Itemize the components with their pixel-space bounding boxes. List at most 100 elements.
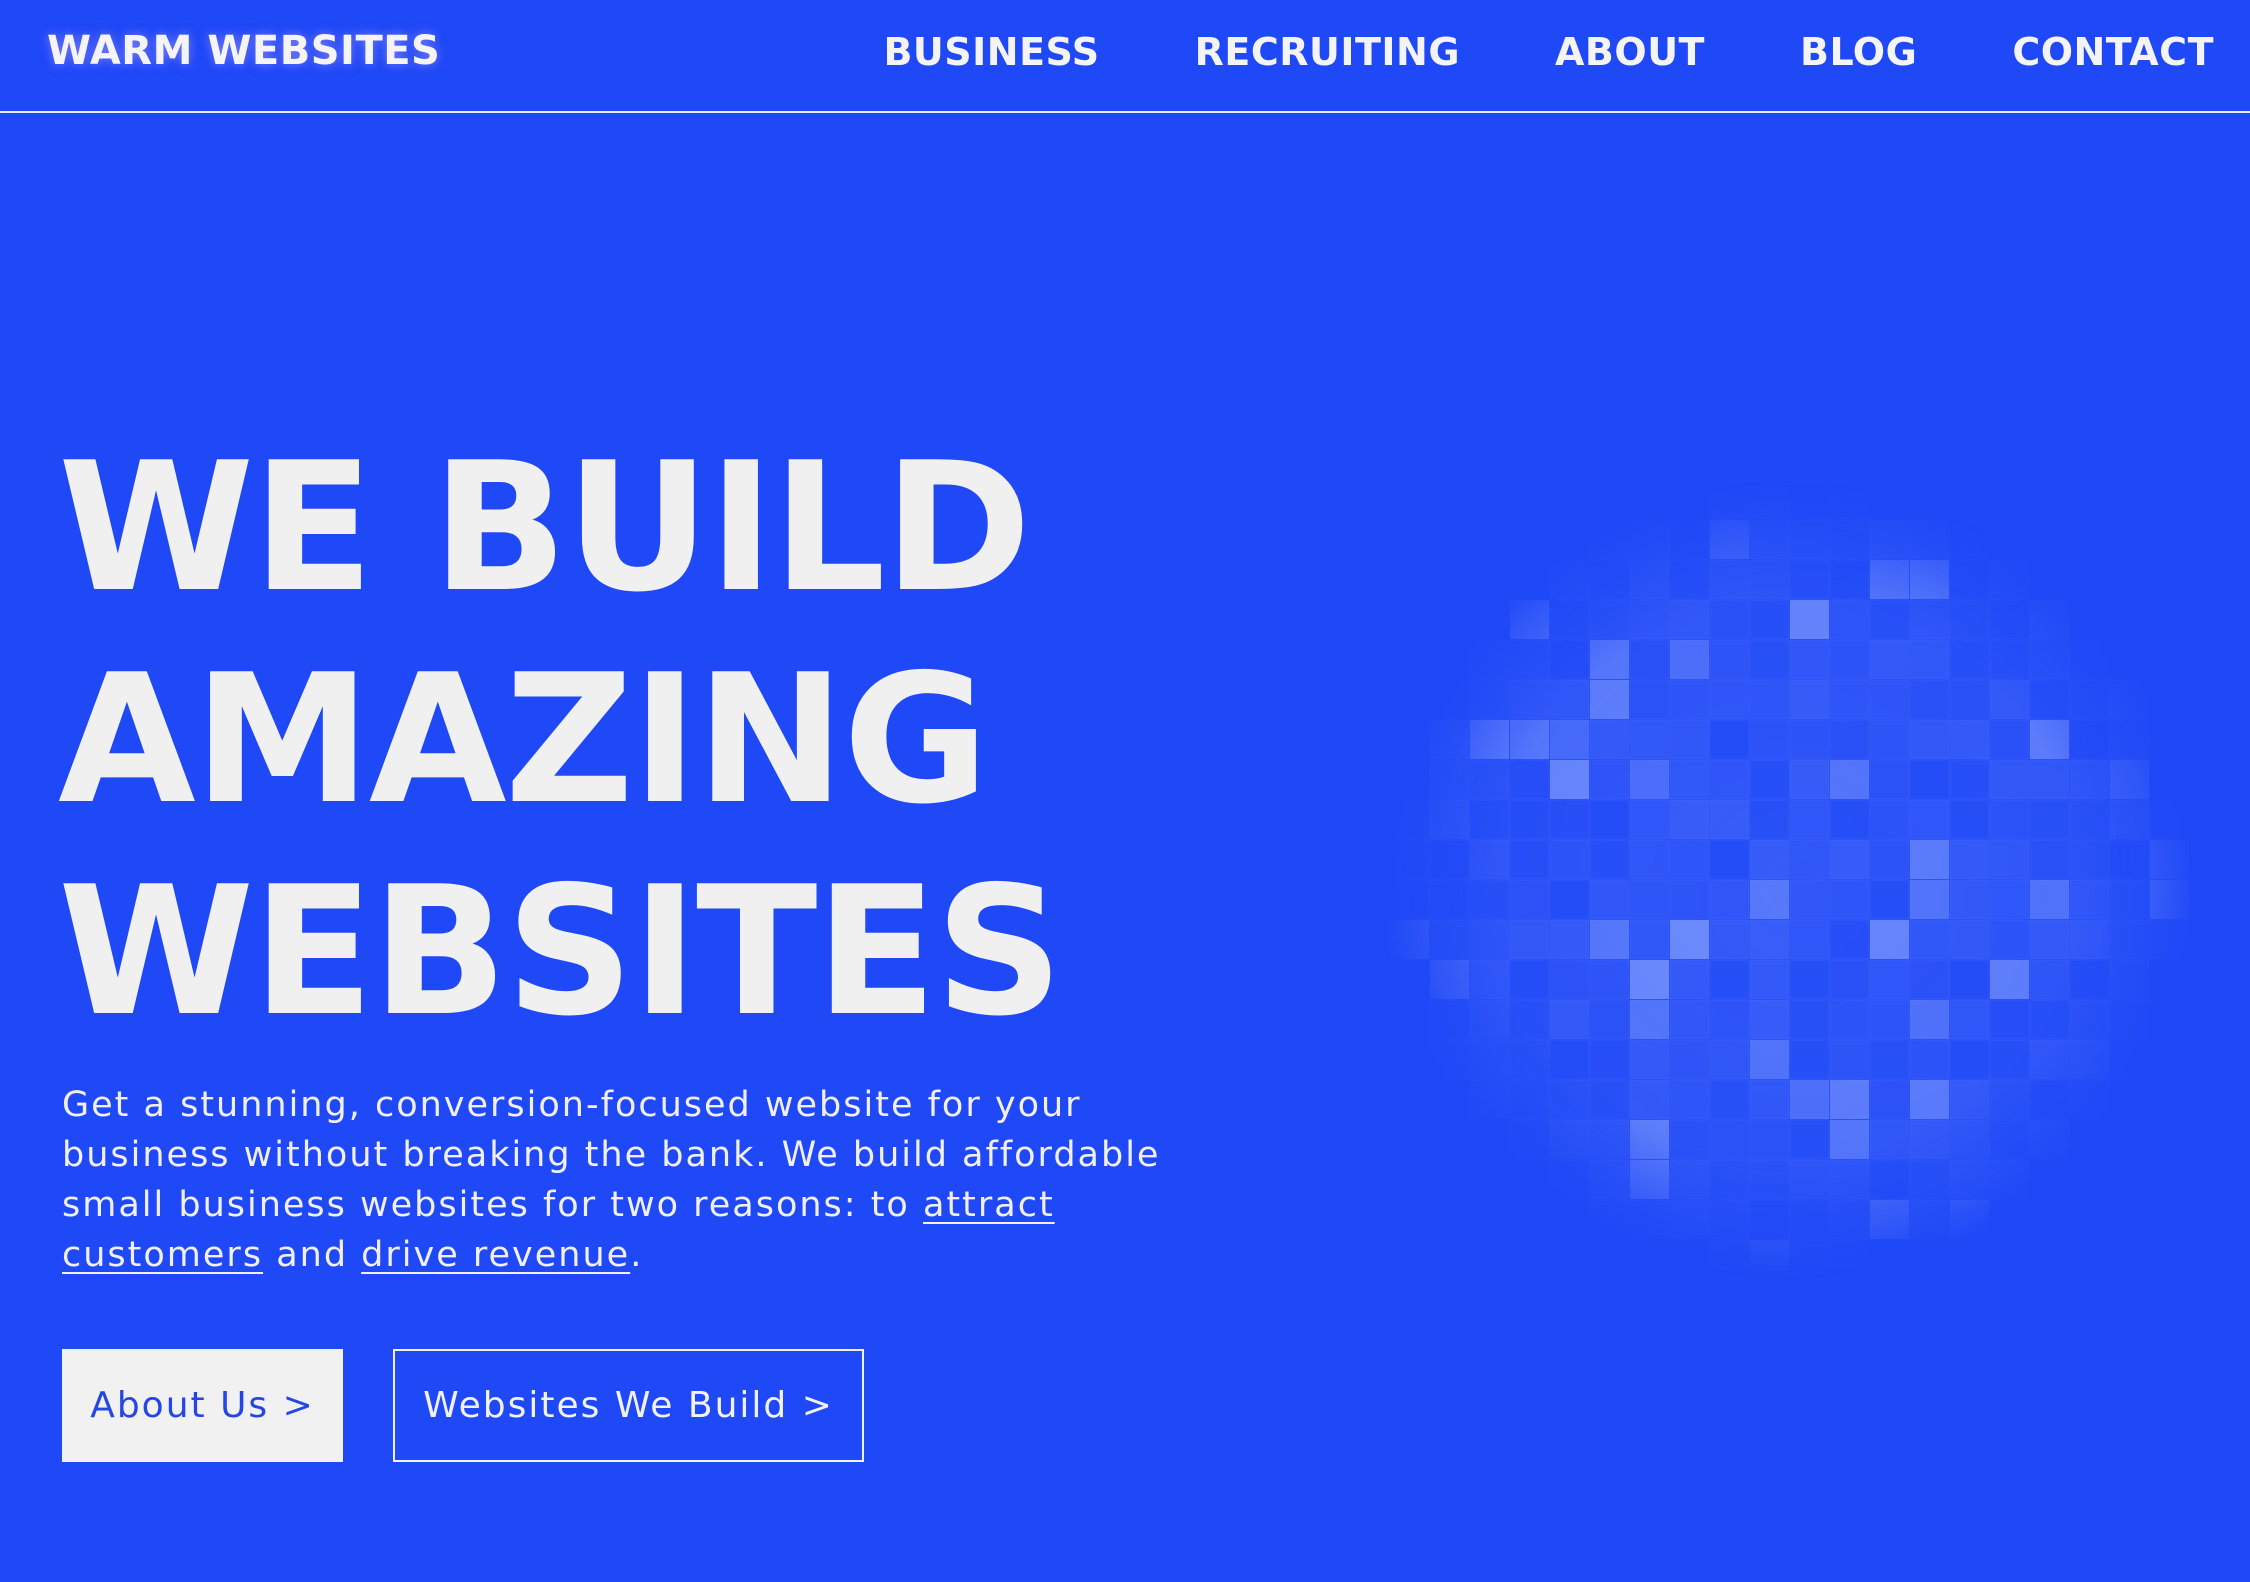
orb-pixel bbox=[2029, 959, 2070, 1000]
orb-pixel bbox=[2069, 799, 2110, 840]
orb-pixel bbox=[1989, 799, 2030, 840]
orb-pixel bbox=[2069, 1039, 2110, 1080]
orb-pixel bbox=[1829, 719, 1870, 760]
orb-pixel bbox=[2109, 919, 2150, 960]
orb-pixel bbox=[1789, 919, 1830, 960]
orb-pixel bbox=[2029, 1119, 2070, 1160]
orb-pixel bbox=[1549, 639, 1590, 680]
orb-pixel bbox=[1669, 959, 1710, 1000]
orb-pixel bbox=[1669, 519, 1710, 560]
orb-pixel bbox=[1629, 839, 1670, 880]
orb-pixel bbox=[1909, 839, 1950, 880]
orb-pixel bbox=[1629, 599, 1670, 640]
orb-pixel bbox=[1589, 1159, 1630, 1200]
orb-pixel bbox=[1469, 799, 1510, 840]
orb-pixel bbox=[2029, 839, 2070, 880]
nav-blog[interactable]: BLOG bbox=[1800, 30, 1917, 74]
orb-pixel bbox=[1429, 999, 1470, 1040]
headline-line-3: WEBSITES bbox=[58, 848, 1063, 1055]
orb-pixel bbox=[1829, 1159, 1870, 1200]
orb-pixel bbox=[1629, 1119, 1670, 1160]
orb-pixel bbox=[2069, 1079, 2110, 1120]
orb-pixel bbox=[2029, 719, 2070, 760]
nav-recruiting[interactable]: RECRUITING bbox=[1195, 30, 1460, 74]
orb-pixel bbox=[1629, 719, 1670, 760]
orb-pixel bbox=[1949, 759, 1990, 800]
orb-pixel bbox=[2029, 1039, 2070, 1080]
orb-pixel bbox=[1829, 639, 1870, 680]
orb-pixel bbox=[1749, 1039, 1790, 1080]
orb-pixel bbox=[1469, 999, 1510, 1040]
orb-pixel bbox=[1669, 839, 1710, 880]
pixel-globe-icon bbox=[1389, 480, 2190, 1280]
orb-pixel bbox=[1549, 1079, 1590, 1120]
orb-pixel bbox=[1669, 799, 1710, 840]
orb-pixel bbox=[1669, 639, 1710, 680]
orb-pixel bbox=[1989, 759, 2030, 800]
nav-contact[interactable]: CONTACT bbox=[2012, 30, 2214, 74]
orb-pixel bbox=[1989, 679, 2030, 720]
orb-pixel bbox=[1909, 879, 1950, 920]
nav-about[interactable]: ABOUT bbox=[1555, 30, 1705, 74]
nav-business[interactable]: BUSINESS bbox=[883, 30, 1099, 74]
orb-pixel bbox=[1629, 1039, 1670, 1080]
drive-revenue-link[interactable]: drive revenue bbox=[361, 1235, 630, 1275]
orb-pixel bbox=[1909, 959, 1950, 1000]
orb-pixel bbox=[1469, 719, 1510, 760]
orb-pixel bbox=[1509, 719, 1550, 760]
orb-pixel bbox=[1509, 999, 1550, 1040]
orb-pixel bbox=[1989, 1079, 2030, 1120]
site-logo[interactable]: WARM WEBSITES bbox=[47, 28, 440, 74]
orb-pixel bbox=[1589, 599, 1630, 640]
orb-pixel bbox=[1589, 959, 1630, 1000]
orb-pixel bbox=[1829, 999, 1870, 1040]
orb-pixel bbox=[1389, 919, 1430, 960]
orb-pixel bbox=[1709, 1159, 1750, 1200]
orb-pixel bbox=[1989, 839, 2030, 880]
orb-pixel bbox=[1629, 1159, 1670, 1200]
orb-pixel bbox=[1429, 959, 1470, 1000]
orb-pixel bbox=[1989, 879, 2030, 920]
orb-pixel bbox=[1389, 799, 1430, 840]
orb-pixel bbox=[1829, 1199, 1870, 1240]
orb-pixel bbox=[1669, 679, 1710, 720]
orb-pixel bbox=[1949, 599, 1990, 640]
orb-pixel bbox=[1509, 639, 1550, 680]
orb-pixel bbox=[1949, 1199, 1990, 1240]
orb-pixel bbox=[1469, 1039, 1510, 1080]
orb-pixel bbox=[1709, 1239, 1750, 1280]
about-us-button[interactable]: About Us > bbox=[62, 1349, 343, 1462]
orb-pixel bbox=[1829, 519, 1870, 560]
orb-pixel bbox=[1909, 759, 1950, 800]
orb-pixel bbox=[1829, 679, 1870, 720]
orb-pixel bbox=[1909, 1039, 1950, 1080]
orb-pixel bbox=[1749, 1079, 1790, 1120]
orb-pixel bbox=[2029, 679, 2070, 720]
orb-pixel bbox=[1829, 959, 1870, 1000]
orb-pixel bbox=[1549, 679, 1590, 720]
orb-pixel bbox=[1629, 879, 1670, 920]
orb-pixel bbox=[1869, 599, 1910, 640]
orb-pixel bbox=[1429, 799, 1470, 840]
orb-pixel bbox=[1869, 1079, 1910, 1120]
orb-pixel bbox=[1829, 839, 1870, 880]
orb-pixel bbox=[2069, 839, 2110, 880]
orb-pixel bbox=[1949, 1039, 1990, 1080]
orb-pixel bbox=[2029, 999, 2070, 1040]
orb-pixel bbox=[1909, 1159, 1950, 1200]
orb-pixel bbox=[1589, 999, 1630, 1040]
orb-pixel bbox=[1789, 879, 1830, 920]
orb-pixel bbox=[1869, 959, 1910, 1000]
orb-pixel bbox=[1789, 480, 1830, 520]
orb-pixel bbox=[1469, 959, 1510, 1000]
orb-pixel bbox=[1589, 1079, 1630, 1120]
orb-pixel bbox=[1949, 839, 1990, 880]
orb-pixel bbox=[1829, 799, 1870, 840]
orb-pixel bbox=[1829, 559, 1870, 600]
orb-pixel bbox=[1829, 1079, 1870, 1120]
orb-pixel bbox=[1749, 559, 1790, 600]
websites-we-build-button[interactable]: Websites We Build > bbox=[393, 1349, 864, 1462]
orb-pixel bbox=[1429, 679, 1470, 720]
orb-pixel bbox=[1709, 1039, 1750, 1080]
orb-pixel bbox=[1469, 679, 1510, 720]
